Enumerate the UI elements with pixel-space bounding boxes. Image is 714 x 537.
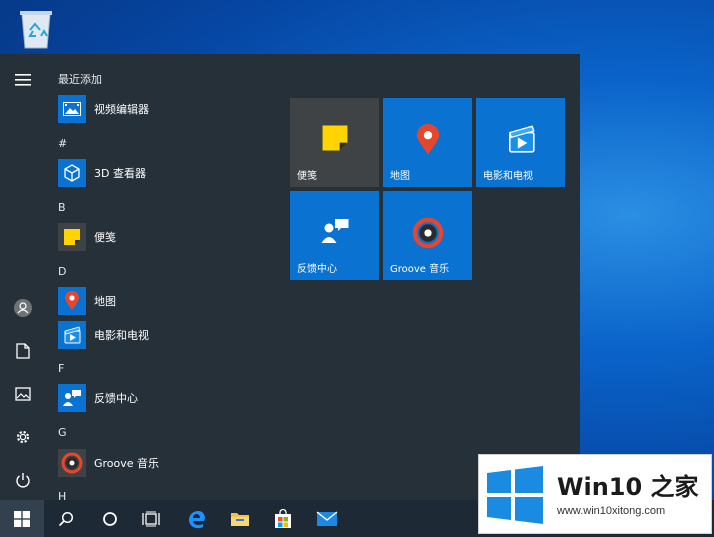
- app-label: 地图: [94, 295, 116, 308]
- movies-tv-icon: [476, 124, 565, 154]
- movies-tv-icon: [58, 321, 86, 349]
- group-header-g[interactable]: G: [58, 423, 67, 443]
- watermark-url: www.win10xitong.com: [557, 505, 666, 517]
- start-rail: [0, 54, 46, 500]
- tile-sticky-notes[interactable]: 便笺: [290, 98, 379, 187]
- group-header-h[interactable]: H: [58, 487, 66, 500]
- group-header-b[interactable]: B: [58, 198, 66, 218]
- app-list: 最近添加 视频编辑器 # 3D 查看器 B 便笺 D 地图 电影和电视 F 反馈…: [46, 54, 286, 500]
- windows-logo-icon: [485, 465, 545, 525]
- start-menu: 最近添加 视频编辑器 # 3D 查看器 B 便笺 D 地图 电影和电视 F 反馈…: [0, 54, 580, 500]
- pictures-icon[interactable]: [0, 376, 46, 412]
- tile-label: 地图: [390, 171, 410, 182]
- list-item-video-editor[interactable]: 视频编辑器: [58, 94, 278, 124]
- power-icon[interactable]: [0, 462, 46, 498]
- list-item-sticky-notes[interactable]: 便笺: [58, 222, 278, 252]
- store-icon[interactable]: [261, 500, 305, 537]
- user-avatar-icon[interactable]: [0, 290, 46, 326]
- windows-start-icon[interactable]: [0, 500, 44, 537]
- app-label: 电影和电视: [94, 329, 149, 342]
- documents-icon[interactable]: [0, 333, 46, 369]
- recycle-bin-icon[interactable]: [16, 6, 56, 50]
- group-header-hash[interactable]: #: [58, 134, 67, 154]
- app-label: 3D 查看器: [94, 167, 146, 180]
- tile-maps[interactable]: 地图: [383, 98, 472, 187]
- edge-icon[interactable]: [175, 500, 219, 537]
- file-explorer-icon[interactable]: [218, 500, 262, 537]
- list-item-3d-viewer[interactable]: 3D 查看器: [58, 158, 278, 188]
- feedback-hub-icon: [290, 217, 379, 245]
- tile-groove-music[interactable]: Groove 音乐: [383, 191, 472, 280]
- tile-label: Groove 音乐: [390, 264, 450, 275]
- groove-music-icon: [383, 217, 472, 249]
- list-item-maps[interactable]: 地图: [58, 286, 278, 316]
- video-editor-icon: [58, 95, 86, 123]
- mail-icon[interactable]: [305, 500, 349, 537]
- sticky-notes-icon: [290, 124, 379, 152]
- app-label: 视频编辑器: [94, 103, 149, 116]
- list-item-groove-music[interactable]: Groove 音乐: [58, 448, 278, 478]
- tile-label: 电影和电视: [483, 171, 533, 182]
- search-icon[interactable]: [44, 500, 88, 537]
- hamburger-menu-icon[interactable]: [0, 62, 46, 98]
- app-label: 反馈中心: [94, 392, 138, 405]
- app-label: 便笺: [94, 231, 116, 244]
- app-label: Groove 音乐: [94, 457, 160, 470]
- cortana-icon[interactable]: [88, 500, 132, 537]
- group-header-f[interactable]: F: [58, 359, 64, 379]
- maps-icon: [383, 124, 472, 156]
- tile-label: 反馈中心: [297, 264, 337, 275]
- watermark-badge: Win10 之家 www.win10xitong.com: [478, 454, 712, 534]
- tile-feedback-hub[interactable]: 反馈中心: [290, 191, 379, 280]
- task-view-icon[interactable]: [129, 500, 173, 537]
- sticky-notes-icon: [58, 223, 86, 251]
- group-header-d[interactable]: D: [58, 262, 66, 282]
- maps-icon: [58, 287, 86, 315]
- settings-gear-icon[interactable]: [0, 419, 46, 455]
- list-item-feedback-hub[interactable]: 反馈中心: [58, 383, 278, 413]
- tile-label: 便笺: [297, 171, 317, 182]
- 3d-viewer-icon: [58, 159, 86, 187]
- feedback-hub-icon: [58, 384, 86, 412]
- tile-movies-tv[interactable]: 电影和电视: [476, 98, 565, 187]
- watermark-title: Win10 之家: [557, 473, 699, 501]
- groove-music-icon: [58, 449, 86, 477]
- group-header-recent[interactable]: 最近添加: [58, 70, 102, 90]
- list-item-movies-tv[interactable]: 电影和电视: [58, 320, 278, 350]
